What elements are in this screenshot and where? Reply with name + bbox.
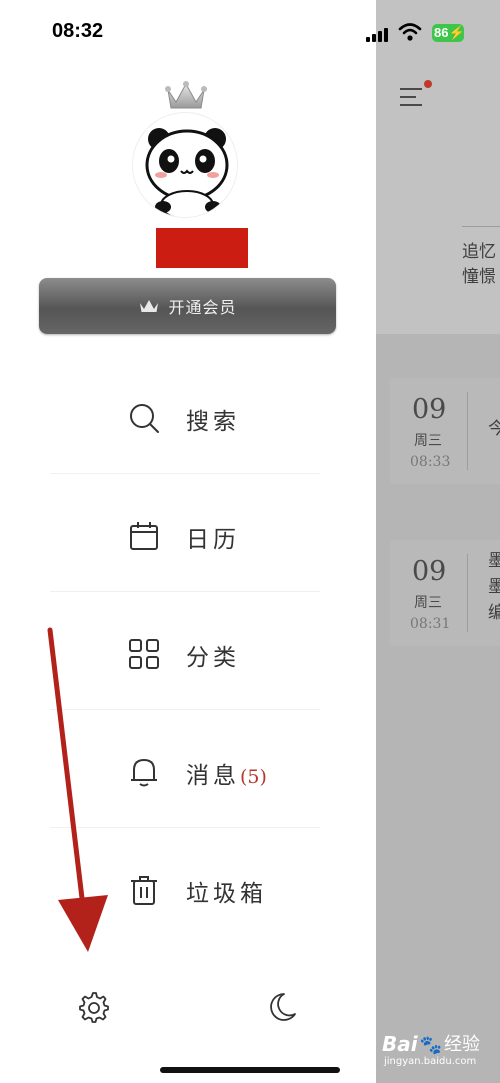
message-count-badge: (5)	[240, 766, 267, 788]
wifi-icon	[398, 23, 422, 41]
nav-label-messages-text: 消息	[186, 763, 240, 789]
battery-indicator: 86⚡	[432, 24, 465, 42]
quote-divider	[462, 226, 500, 227]
calendar-icon	[130, 522, 158, 550]
cellular-signal-icon	[366, 26, 390, 42]
username-redacted	[156, 228, 248, 268]
home-indicator	[160, 1067, 340, 1073]
nav-label-search: 搜索	[186, 409, 240, 435]
menu-icon-line	[400, 104, 422, 106]
panda-avatar-image	[145, 128, 229, 217]
menu-icon-line	[400, 88, 422, 90]
quote-text: 追忆 憧憬	[462, 242, 496, 287]
status-time: 08:32	[52, 20, 104, 42]
nav-item-category[interactable]: 分类	[50, 592, 320, 710]
moon-icon[interactable]	[264, 990, 298, 1024]
notification-dot	[424, 80, 432, 88]
entry-weekday: 周三	[414, 433, 442, 449]
watermark-brand: Bai	[382, 1032, 418, 1056]
entry-separator	[467, 554, 468, 632]
nav-label-trash: 垃圾箱	[186, 881, 267, 907]
watermark: Bai 🐾 经验	[382, 1030, 480, 1056]
crown-icon	[140, 300, 159, 312]
entry-preview: 墨 墨 编	[488, 551, 500, 623]
paw-icon: 🐾	[419, 1035, 443, 1056]
nav-label-messages: 消息(5)	[186, 756, 267, 790]
entry-weekday: 周三	[414, 595, 442, 611]
entry-separator	[467, 392, 468, 470]
entry-time: 08:31	[410, 616, 451, 632]
search-icon	[130, 404, 159, 433]
entry-card[interactable]: 09 周三 08:31 墨 墨 编	[390, 540, 500, 646]
crown-icon	[165, 81, 207, 109]
battery-level: 86	[434, 25, 449, 40]
grid-icon	[129, 639, 159, 669]
watermark-suffix: 经验	[444, 1034, 481, 1055]
nav-label-category: 分类	[186, 645, 240, 671]
entry-time: 08:33	[410, 454, 451, 470]
vip-membership-button[interactable]: 开通会员	[39, 278, 336, 334]
nav-item-trash[interactable]: 垃圾箱	[50, 828, 320, 946]
watermark-url: jingyan.baidu.com	[384, 1056, 477, 1067]
trash-icon	[131, 876, 157, 905]
main-content-overlay[interactable]: 追忆 憧憬 09 周三 08:33 今 09 周三 08:31 墨 墨 编	[376, 0, 500, 1083]
nav-label-calendar: 日历	[186, 527, 240, 553]
entry-day: 09	[412, 556, 447, 587]
vip-button-label: 开通会员	[168, 298, 237, 317]
nav-item-calendar[interactable]: 日历	[50, 474, 320, 592]
gear-icon[interactable]	[76, 990, 110, 1024]
nav-item-messages[interactable]: 消息(5)	[50, 710, 320, 828]
menu-button[interactable]	[400, 80, 432, 110]
menu-icon-line	[400, 96, 416, 98]
side-drawer: 开通会员 搜索 日历 分类 消息(5) 垃圾箱	[0, 0, 376, 1083]
avatar[interactable]	[132, 112, 238, 218]
entry-preview: 今	[488, 419, 500, 439]
nav-item-search[interactable]: 搜索	[50, 356, 320, 474]
entry-day: 09	[412, 394, 447, 425]
entry-card[interactable]: 09 周三 08:33 今	[390, 378, 500, 484]
bell-icon	[131, 758, 157, 787]
